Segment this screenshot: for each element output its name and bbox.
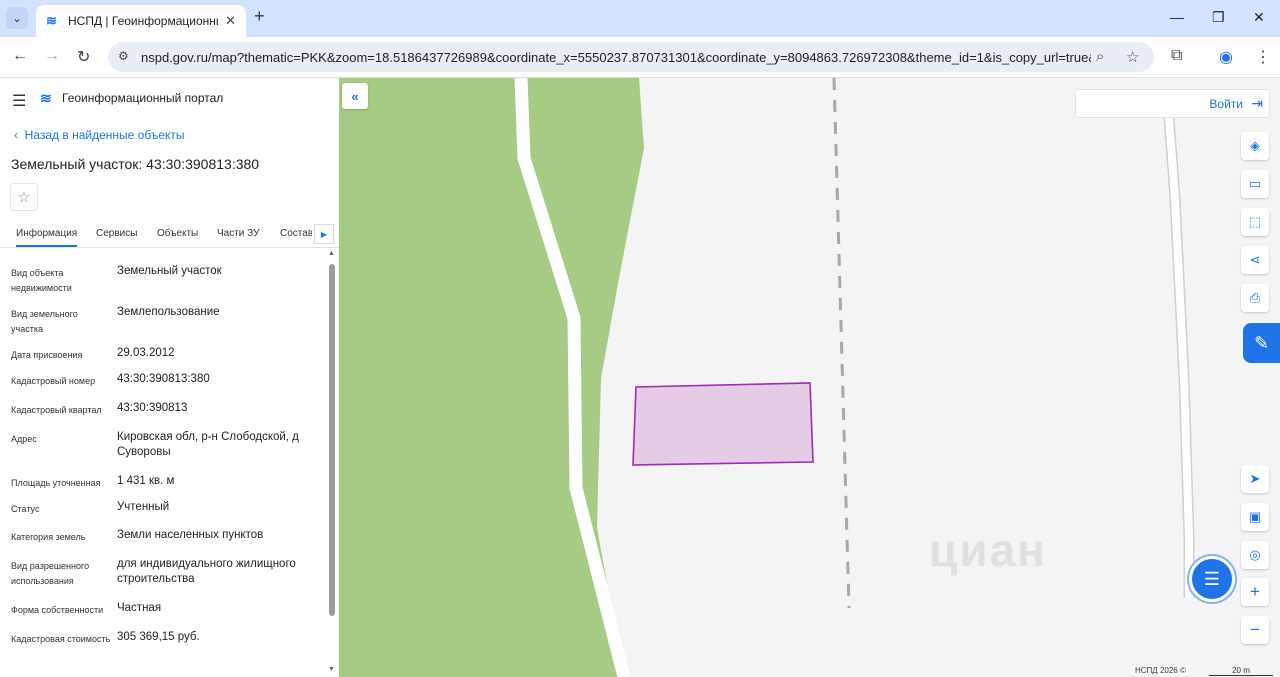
attr-value: Частная — [117, 602, 162, 614]
cian-watermark: циан — [929, 524, 1047, 576]
attr-value: 1 431 кв. м — [117, 475, 175, 487]
browser-tab-active[interactable]: ≋ НСПД | Геоинформационный ✕ — [36, 5, 246, 37]
boundary-dashed-line — [832, 78, 851, 609]
tab-objects[interactable]: Объекты — [157, 228, 198, 239]
tab-composition[interactable]: Состав — [280, 228, 312, 239]
attr-key: Дата присвоения — [11, 350, 83, 360]
attr-key: Статус — [11, 504, 40, 514]
message-bubble-icon[interactable]: ☰ — [1189, 556, 1235, 602]
attr-value: Земли населенных пунктов — [117, 529, 264, 541]
collapse-panel-icon[interactable]: « — [342, 83, 368, 109]
browser-tab-title: НСПД | Геоинформационный — [68, 14, 218, 28]
window-close-icon[interactable]: ✕ — [1253, 9, 1265, 26]
attr-key: Кадастровая стоимость — [11, 634, 111, 644]
feedback-chat-icon[interactable]: ✎ — [1243, 323, 1280, 363]
tab-parcel-parts[interactable]: Части ЗУ — [217, 228, 259, 239]
zoom-in-icon[interactable]: + — [1241, 578, 1269, 606]
browser-toolbar: ← → ↻ ⚙ nspd.gov.ru/map?thematic=PKK&zoo… — [0, 37, 1280, 78]
login-label: Войти — [1209, 97, 1243, 111]
address-bar[interactable]: ⚙ nspd.gov.ru/map?thematic=PKK&zoom=18.5… — [108, 42, 1154, 72]
extensions-puzzle-icon[interactable]: ⧉ — [1171, 47, 1182, 65]
attr-key: Кадастровый квартал — [11, 405, 102, 415]
browser-tabstrip: ⌄ ≋ НСПД | Геоинформационный ✕ + — ❐ ✕ — [0, 0, 1280, 37]
scroll-up-arrow-icon[interactable]: ▲ — [328, 250, 335, 257]
back-arrow-icon[interactable]: ← — [12, 47, 28, 65]
portal-logo-icon: ≋ — [40, 90, 52, 106]
chevron-left-icon: ‹ — [14, 128, 18, 142]
share-icon[interactable]: ⋖ — [1241, 246, 1269, 274]
area-select-icon[interactable]: ⬚ — [1241, 208, 1269, 236]
map-attribution: НСПД 2026 © — [1132, 666, 1189, 675]
nspd-favicon-icon: ≋ — [46, 13, 57, 28]
map-scale-bar: 20 m — [1209, 666, 1273, 676]
print-icon[interactable]: ⎙ — [1241, 284, 1269, 312]
tab-information[interactable]: Информация — [16, 228, 78, 247]
attr-key: Форма собственности — [11, 605, 104, 615]
site-info-icon[interactable]: ⚙ — [118, 49, 129, 63]
restore-icon[interactable]: ❐ — [1212, 9, 1225, 26]
zoom-search-icon[interactable]: ⌕ — [1096, 48, 1104, 65]
attr-key: Адрес — [11, 434, 37, 444]
attr-key: Вид земельного участка — [11, 309, 78, 334]
forward-arrow-icon[interactable]: → — [44, 47, 60, 65]
ruler-icon[interactable]: ▭ — [1241, 170, 1269, 198]
panel-tabs: Информация Сервисы Объекты Части ЗУ Сост… — [0, 224, 339, 248]
url-text[interactable]: nspd.gov.ru/map?thematic=PKK&zoom=18.518… — [141, 50, 1091, 65]
object-info-panel: ☰ ≋ Геоинформационный портал ‹ Назад в н… — [0, 78, 339, 677]
object-title: Земельный участок: 43:30:390813:380 — [11, 156, 260, 172]
attr-key: Кадастровый номер — [11, 376, 96, 386]
zoom-out-icon[interactable]: − — [1241, 616, 1269, 644]
reload-icon[interactable]: ↻ — [77, 47, 90, 67]
attr-key: Площадь уточненная — [11, 478, 101, 488]
tabs-next-arrow-icon[interactable]: ▶ — [314, 224, 334, 244]
attr-value: 43:30:390813:380 — [117, 373, 210, 385]
map-layer — [339, 78, 1195, 677]
attr-key: Вид объекта недвижимости — [11, 268, 72, 293]
attr-value: Учтенный — [117, 501, 170, 513]
browser-menu-icon[interactable]: ⋮ — [1255, 47, 1271, 67]
attr-value: для индивидуального жилищного строительс… — [117, 558, 296, 585]
scroll-down-arrow-icon[interactable]: ▼ — [328, 666, 335, 673]
attributes-list: Вид объекта недвижимости Земельный участ… — [0, 256, 325, 677]
attr-value: 305 369,15 руб. — [117, 631, 200, 643]
attr-key: Категория земель — [11, 532, 86, 542]
bookmark-star-icon[interactable]: ☆ — [1126, 48, 1139, 66]
favorite-star-icon[interactable]: ☆ — [10, 183, 38, 211]
panel-scrollbar[interactable]: ▲ ▼ — [327, 250, 337, 677]
portal-title[interactable]: Геоинформационный портал — [62, 91, 223, 105]
layers-icon[interactable]: ◈ — [1241, 132, 1269, 160]
profile-avatar-icon[interactable]: ◉ — [1219, 47, 1233, 67]
attr-value: Земельный участок — [117, 265, 222, 277]
navigate-arrow-icon[interactable]: ➤ — [1241, 465, 1269, 493]
attr-key: Вид разрешенного использования — [11, 561, 90, 586]
scroll-thumb[interactable] — [329, 264, 335, 616]
land-parcel-polygon — [632, 382, 814, 466]
attr-value: 43:30:390813 — [117, 402, 188, 414]
locate-icon[interactable]: ◎ — [1241, 541, 1269, 569]
map-canvas[interactable]: « Войти ⇥ ◈ ▭ ⬚ ⋖ ⎙ ✎ ➤ ▣ ◎ + − ☰ циан Н… — [339, 78, 1280, 677]
minimize-icon[interactable]: — — [1170, 9, 1184, 25]
hamburger-menu-icon[interactable]: ☰ — [12, 91, 26, 111]
tab-services[interactable]: Сервисы — [96, 228, 137, 239]
minimap-icon[interactable]: ▣ — [1241, 503, 1269, 531]
login-arrow-icon: ⇥ — [1251, 95, 1263, 111]
new-tab-plus-icon[interactable]: + — [254, 6, 265, 27]
tab-close-icon[interactable]: ✕ — [225, 13, 236, 29]
attr-value: 29.03.2012 — [117, 347, 175, 359]
back-link-label: Назад в найденные объекты — [24, 128, 185, 142]
login-button[interactable]: Войти ⇥ — [1075, 89, 1270, 118]
attr-value: Кировская обл, р-н Слободской, д Суворов… — [117, 431, 299, 458]
back-to-results-link[interactable]: ‹ Назад в найденные объекты — [14, 128, 185, 142]
tab-search-chevron-icon[interactable]: ⌄ — [6, 7, 28, 29]
attr-value: Землепользование — [117, 306, 220, 318]
